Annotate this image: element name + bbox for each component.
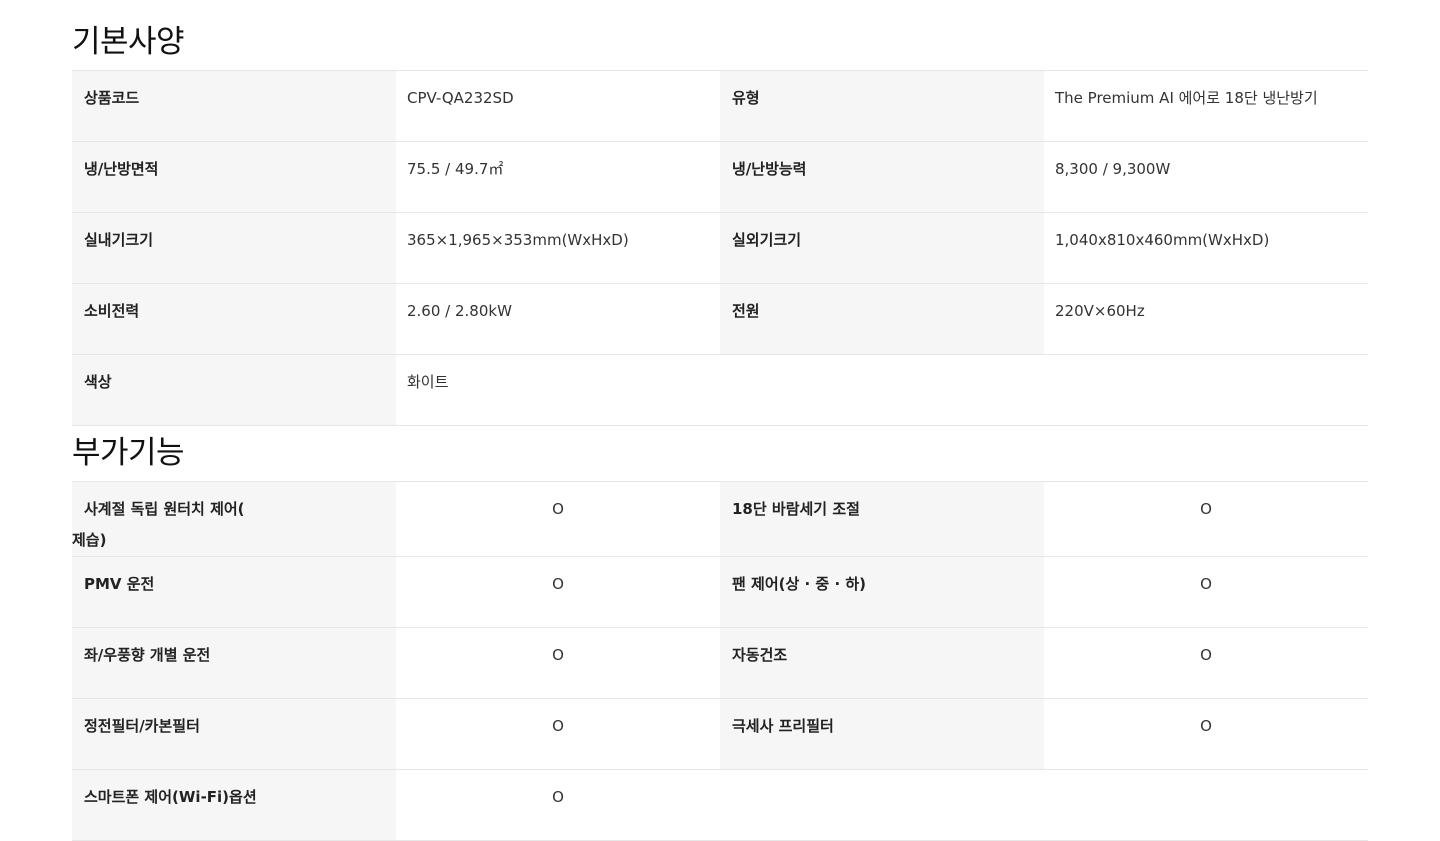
spec-label: 실내기크기: [72, 212, 396, 284]
spec-value: 1,040x810x460mm(WxHxD): [1044, 212, 1368, 284]
spec-value: 화이트: [396, 354, 720, 426]
feature-value: O: [396, 556, 720, 628]
feature-value: O: [396, 627, 720, 699]
section-title-extra: 부가기능: [72, 435, 185, 471]
spec-value: CPV-QA232SD: [396, 70, 720, 142]
spec-label: 실외기크기: [720, 212, 1044, 284]
section-title-basic: 기본사양: [72, 24, 185, 60]
feature-label-line2: 제습): [72, 531, 107, 549]
empty-cell: [1044, 354, 1368, 426]
extra-feature-table: 사계절 독립 원터치 제어( 제습) O 18단 바람세기 조절 O PMV 운…: [72, 481, 1368, 841]
feature-label: 스마트폰 제어(Wi-Fi)옵션: [72, 769, 396, 841]
feature-label: 18단 바람세기 조절: [720, 481, 1044, 557]
empty-cell: [720, 354, 1044, 426]
spec-label: 전원: [720, 283, 1044, 355]
spec-value: 365×1,965×353mm(WxHxD): [396, 212, 720, 284]
table-row: 실내기크기 365×1,965×353mm(WxHxD) 실외기크기 1,040…: [72, 212, 1368, 284]
table-row: 스마트폰 제어(Wi-Fi)옵션 O: [72, 769, 1368, 841]
table-row: 상품코드 CPV-QA232SD 유형 The Premium AI 에어로 1…: [72, 70, 1368, 142]
table-row: 색상 화이트: [72, 354, 1368, 426]
feature-value: O: [1044, 627, 1368, 699]
feature-value: O: [1044, 698, 1368, 770]
feature-label: 극세사 프리필터: [720, 698, 1044, 770]
table-row: 좌/우풍향 개별 운전 O 자동건조 O: [72, 627, 1368, 699]
table-row: 소비전력 2.60 / 2.80kW 전원 220V×60Hz: [72, 283, 1368, 355]
feature-label: 좌/우풍향 개별 운전: [72, 627, 396, 699]
spec-value: 2.60 / 2.80kW: [396, 283, 720, 355]
spec-value: 75.5 / 49.7㎡: [396, 141, 720, 213]
spec-label: 상품코드: [72, 70, 396, 142]
empty-cell: [1044, 769, 1368, 841]
spec-label: 냉/난방면적: [72, 141, 396, 213]
empty-cell: [720, 769, 1044, 841]
feature-label: 자동건조: [720, 627, 1044, 699]
spec-label: 유형: [720, 70, 1044, 142]
basic-spec-table: 상품코드 CPV-QA232SD 유형 The Premium AI 에어로 1…: [72, 70, 1368, 426]
feature-value: O: [396, 698, 720, 770]
feature-label: 팬 제어(상 · 중 · 하): [720, 556, 1044, 628]
feature-label: 사계절 독립 원터치 제어( 제습): [72, 481, 396, 557]
feature-label: PMV 운전: [72, 556, 396, 628]
spec-label: 냉/난방능력: [720, 141, 1044, 213]
feature-label: 정전필터/카본필터: [72, 698, 396, 770]
table-row: 정전필터/카본필터 O 극세사 프리필터 O: [72, 698, 1368, 770]
feature-label-line1: 사계절 독립 원터치 제어(: [84, 500, 245, 518]
table-row: 사계절 독립 원터치 제어( 제습) O 18단 바람세기 조절 O: [72, 481, 1368, 557]
feature-value: O: [1044, 481, 1368, 557]
spec-label: 소비전력: [72, 283, 396, 355]
feature-value: O: [396, 769, 720, 841]
table-row: PMV 운전 O 팬 제어(상 · 중 · 하) O: [72, 556, 1368, 628]
spec-value: 220V×60Hz: [1044, 283, 1368, 355]
feature-value: O: [1044, 556, 1368, 628]
spec-label: 색상: [72, 354, 396, 426]
spec-value: 8,300 / 9,300W: [1044, 141, 1368, 213]
spec-value: The Premium AI 에어로 18단 냉난방기: [1044, 70, 1368, 142]
feature-value: O: [396, 481, 720, 557]
table-row: 냉/난방면적 75.5 / 49.7㎡ 냉/난방능력 8,300 / 9,300…: [72, 141, 1368, 213]
